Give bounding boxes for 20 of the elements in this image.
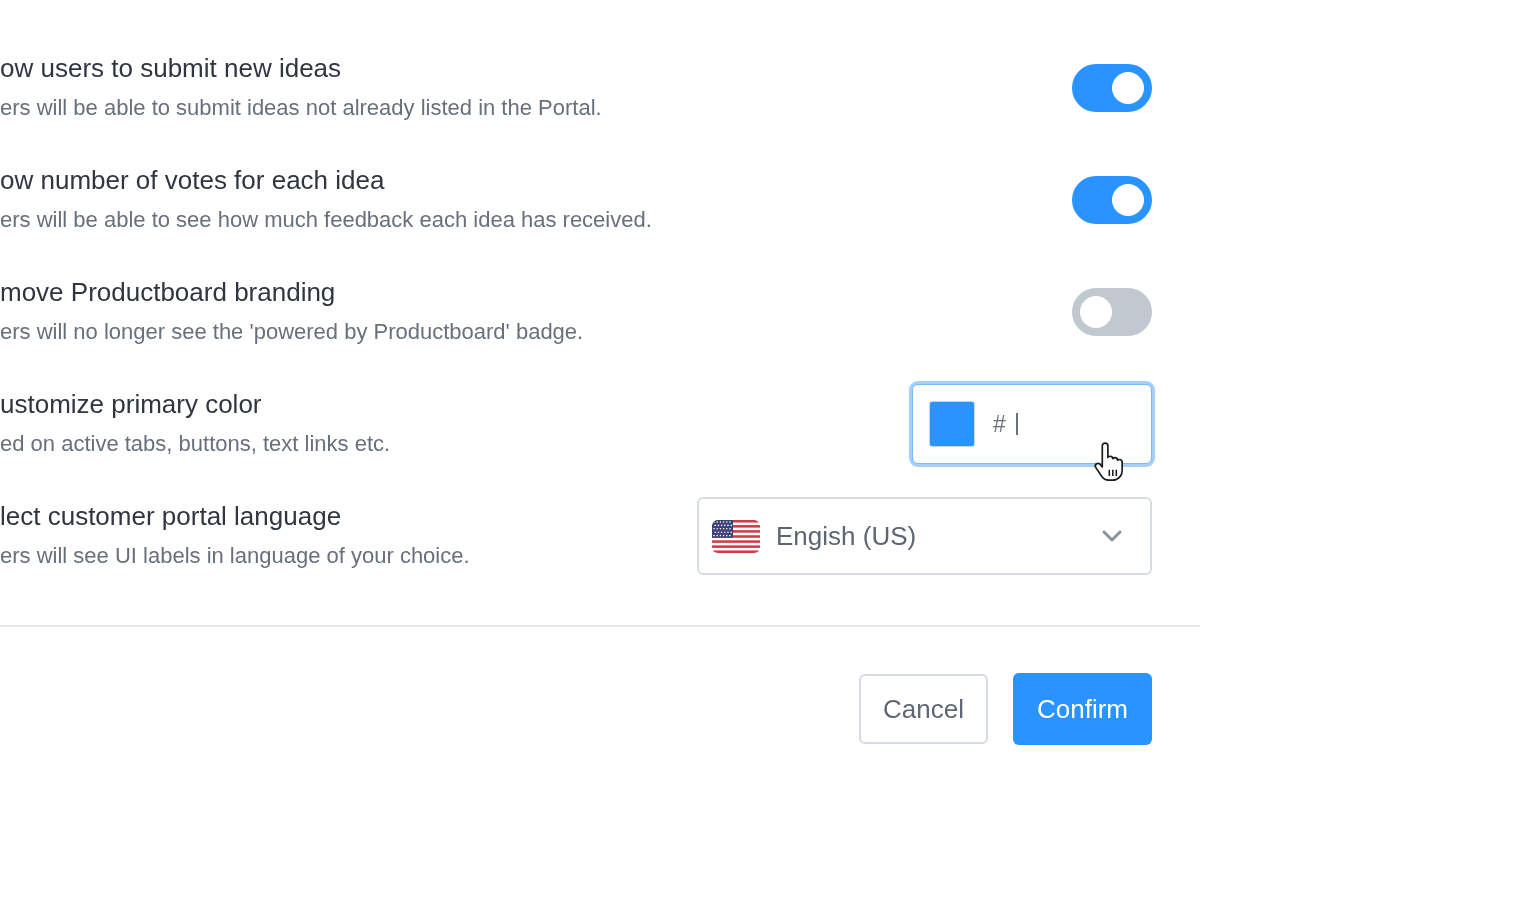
toggle-switch[interactable] bbox=[1072, 288, 1152, 336]
toggle-switch[interactable] bbox=[1072, 64, 1152, 112]
setting-title: ow users to submit new ideas bbox=[0, 53, 342, 83]
setting-description: ers will see UI labels in language of your choice. bbox=[0, 542, 470, 570]
text-cursor-icon bbox=[1015, 413, 1018, 435]
setting-description: ers will be able to submit ideas not already listed in the Portal. bbox=[0, 94, 602, 122]
setting-title: ow number of votes for each idea bbox=[0, 165, 385, 195]
setting-title: move Productboard branding bbox=[0, 277, 336, 307]
setting-title: ustomize primary color bbox=[0, 389, 262, 419]
setting-title: lect customer portal language bbox=[0, 501, 342, 531]
toggle-switch[interactable] bbox=[1072, 176, 1152, 224]
confirm-button[interactable]: Confirm bbox=[1013, 673, 1152, 745]
language-select[interactable]: Engish (US) bbox=[697, 497, 1152, 575]
us-flag-icon bbox=[712, 519, 760, 553]
hex-prefix: # bbox=[993, 410, 1006, 439]
setting-description: ed on active tabs, buttons, text links etc. bbox=[0, 430, 391, 458]
chevron-down-icon bbox=[1102, 530, 1122, 542]
cancel-button[interactable]: Cancel bbox=[859, 674, 988, 744]
setting-description: ers will no longer see the 'powered by Productboard' badge. bbox=[0, 318, 584, 346]
setting-description: ers will be able to see how much feedback each idea has received. bbox=[0, 206, 652, 234]
